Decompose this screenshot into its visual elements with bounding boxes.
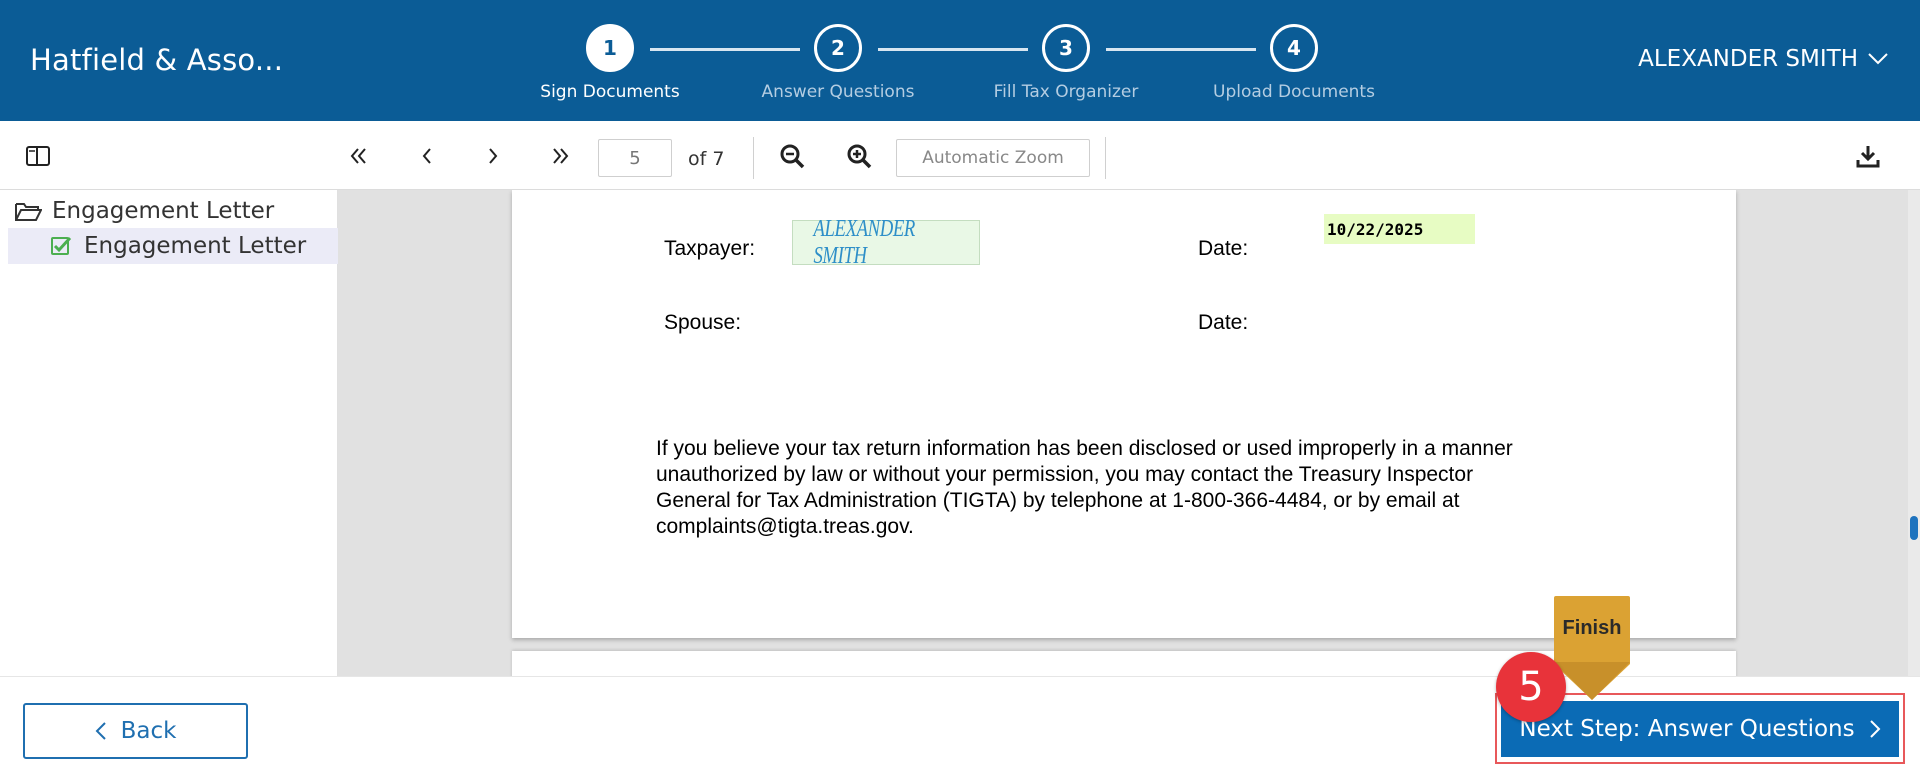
- step-connector: [878, 48, 1028, 51]
- total-pages-label: of 7: [688, 148, 725, 170]
- download-icon[interactable]: [1852, 121, 1884, 190]
- zoom-in-icon[interactable]: [843, 121, 875, 190]
- taxpayer-signature-field[interactable]: ALEXANDER SMITH: [792, 216, 980, 269]
- zoom-out-icon[interactable]: [776, 121, 808, 190]
- user-menu[interactable]: ALEXANDER SMITH: [1638, 46, 1888, 72]
- taxpayer-signature: ALEXANDER SMITH: [813, 215, 915, 269]
- spouse-label: Spouse:: [664, 311, 742, 334]
- next-step-label: Next Step: Answer Questions: [1519, 716, 1855, 742]
- sidebar-toggle-icon[interactable]: [22, 121, 54, 190]
- notice-line: If you believe your tax return informati…: [656, 437, 1513, 460]
- folder-open-icon: [15, 203, 42, 221]
- step-3-label[interactable]: Fill Tax Organizer: [994, 82, 1139, 102]
- pdf-viewer[interactable]: Taxpayer: ALEXANDER SMITH Date: 10/22/20…: [338, 190, 1920, 676]
- date-label: Date:: [1198, 311, 1249, 334]
- step-3-circle[interactable]: 3: [1042, 24, 1090, 72]
- back-button[interactable]: Back: [23, 703, 248, 759]
- next-step-button[interactable]: Next Step: Answer Questions: [1501, 701, 1899, 757]
- tree-folder[interactable]: Engagement Letter: [14, 198, 274, 224]
- progress-stepper: 1 2 3 4 Sign Documents Answer Questions …: [0, 0, 1920, 121]
- document-sidebar: Engagement Letter Engagement Letter: [0, 190, 338, 676]
- sidebar-item-engagement-letter[interactable]: Engagement Letter: [8, 228, 338, 264]
- notice-line: General for Tax Administration (TIGTA) b…: [656, 489, 1460, 512]
- zoom-select[interactable]: Automatic Zoom: [896, 139, 1090, 177]
- chevron-left-icon: [95, 722, 106, 740]
- chevron-down-icon: [1868, 53, 1888, 65]
- step-connector: [1106, 48, 1256, 51]
- scrollbar-thumb[interactable]: [1910, 516, 1918, 540]
- check-square-icon: [51, 236, 72, 255]
- first-page-icon[interactable]: [344, 121, 374, 190]
- back-button-label: Back: [120, 718, 177, 744]
- app-header: Hatfield & Asso... 1 2 3 4 Sign Document…: [0, 0, 1920, 121]
- step-2-label[interactable]: Answer Questions: [762, 82, 915, 102]
- next-page-icon[interactable]: [478, 121, 508, 190]
- tigta-notice: If you believe your tax return informati…: [656, 436, 1616, 540]
- last-page-icon[interactable]: [545, 121, 575, 190]
- step-1-label[interactable]: Sign Documents: [540, 82, 679, 102]
- folder-label: Engagement Letter: [52, 198, 275, 224]
- sidebar-item-label: Engagement Letter: [84, 233, 307, 259]
- notice-line: unauthorized by law or without your perm…: [656, 463, 1474, 486]
- user-name: ALEXANDER SMITH: [1638, 46, 1858, 72]
- page-number-input[interactable]: 5: [598, 139, 672, 177]
- step-1-circle[interactable]: 1: [586, 24, 634, 72]
- finish-label: Finish: [1562, 617, 1622, 639]
- step-4-label[interactable]: Upload Documents: [1213, 82, 1375, 102]
- step-2-circle[interactable]: 2: [814, 24, 862, 72]
- toolbar-divider: [753, 137, 754, 179]
- viewer-scrollbar[interactable]: [1908, 190, 1920, 676]
- date-field[interactable]: 10/22/2025: [1324, 214, 1475, 244]
- toolbar-divider: [1105, 137, 1106, 179]
- step-badge: 5: [1496, 652, 1566, 722]
- date-label: Date:: [1198, 237, 1249, 260]
- step-4-circle[interactable]: 4: [1270, 24, 1318, 72]
- notice-line: complaints@tigta.treas.gov.: [656, 515, 914, 538]
- previous-page-icon[interactable]: [412, 121, 442, 190]
- step-connector: [650, 48, 800, 51]
- pdf-page: Taxpayer: ALEXANDER SMITH Date: 10/22/20…: [512, 190, 1736, 638]
- taxpayer-label: Taxpayer:: [664, 237, 756, 260]
- chevron-right-icon: [1869, 720, 1881, 738]
